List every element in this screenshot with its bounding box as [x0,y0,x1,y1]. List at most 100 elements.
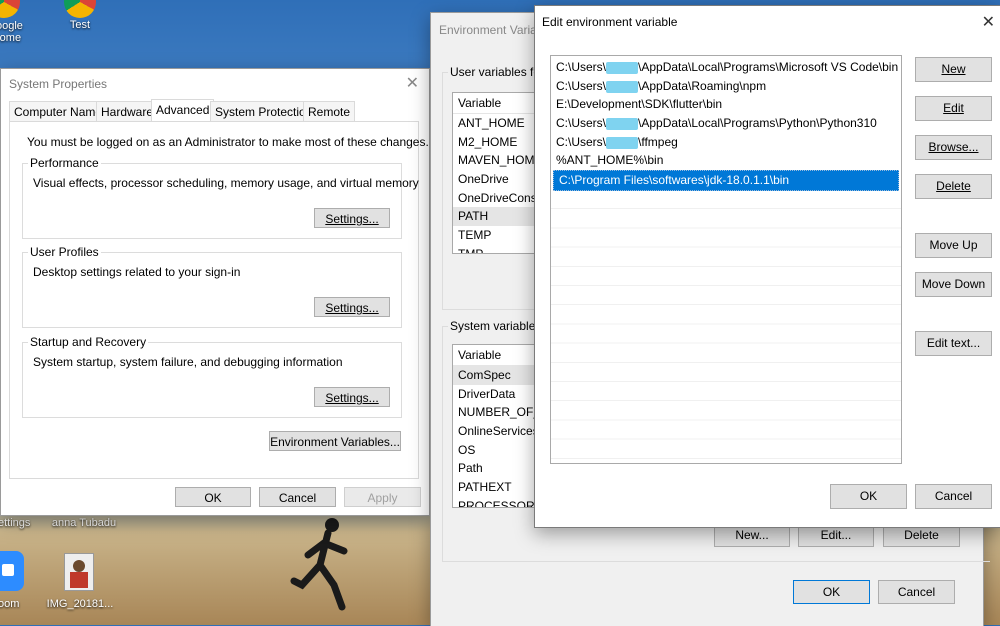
path-text: E:\Development\SDK\flutter\bin [556,97,723,112]
tab-hardware[interactable]: Hardware [96,101,159,121]
settings-label: Settings... [325,301,379,315]
test-shortcut-icon[interactable] [64,0,96,18]
path-entry-3[interactable]: C:\Users\ \AppData\Local\Programs\Python\… [551,114,901,133]
edit-text-button[interactable]: Edit text... [915,331,992,356]
ok-button[interactable]: OK [175,487,251,507]
tab-computer-name[interactable]: Computer Name [9,101,108,121]
path-suffix: \AppData\Roaming\npm [638,78,767,93]
settings-label: Settings... [325,391,379,405]
performance-settings-button[interactable]: Settings... [314,208,390,228]
list-item[interactable]: PROCESSOR [453,497,541,507]
image-file-icon[interactable] [64,553,94,591]
list-item[interactable]: ANT_HOME [453,114,541,133]
environment-variables-button[interactable]: Environment Variables... [269,431,401,451]
move-up-button[interactable]: Move Up [915,233,992,258]
path-text: %ANT_HOME%\bin [556,153,664,168]
path-entry-4[interactable]: C:\Users\ \ffmpeg [551,133,901,152]
user-variables-title: User variables fo [448,65,543,79]
edit-label: Edit [943,101,964,115]
path-entry-5[interactable]: %ANT_HOME%\bin [551,151,901,170]
redaction-mark [606,117,639,130]
new-button[interactable]: New [915,57,992,82]
env-cancel-button[interactable]: Cancel [878,580,955,604]
zoom-icon[interactable] [0,551,24,591]
column-header-variable: Variable [453,345,541,366]
path-suffix: \AppData\Local\Programs\Microsoft VS Cod… [638,60,899,74]
edit-ok-button[interactable]: OK [830,484,907,509]
performance-desc: Visual effects, processor scheduling, me… [33,176,419,190]
redaction-mark [606,80,639,93]
edit-text-label: Edit text... [926,336,981,350]
startup-recovery-title: Startup and Recovery [28,335,149,349]
desktop-icon-label-chrome[interactable]: oogle rome [0,20,36,44]
apply-button[interactable]: Apply [344,487,421,507]
path-entry-6-selected[interactable]: C:\Program Files\softwares\jdk-18.0.1.1\… [553,170,899,191]
path-entry-2[interactable]: E:\Development\SDK\flutter\bin [551,95,901,114]
desktop-icon-label-img[interactable]: IMG_20181... [44,598,116,610]
path-prefix: C:\Users\ [556,134,607,149]
path-entry-0[interactable]: C:\Users\ \AppData\Local\Programs\Microso… [551,58,901,77]
runner-silhouette [290,518,348,611]
system-variables-list[interactable]: Variable ComSpec DriverData NUMBER_OF_P … [452,344,542,508]
desktop-icon-label-test[interactable]: Test [60,19,100,31]
chrome-icon[interactable] [0,0,20,18]
list-item[interactable]: MAVEN_HOME [453,151,541,170]
new-label: New [941,62,966,76]
user-profiles-desc: Desktop settings related to your sign-in [33,265,241,279]
path-suffix: \ffmpeg [638,134,678,149]
env-ok-button[interactable]: OK [793,580,870,604]
startup-recovery-settings-button[interactable]: Settings... [314,387,390,407]
desktop-icon-label-settings[interactable]: ettings [0,517,38,529]
admin-note: You must be logged on as an Administrato… [27,135,429,149]
list-item[interactable]: M2_HOME [453,133,541,152]
user-variables-list[interactable]: Variable ANT_HOME M2_HOME MAVEN_HOME One… [452,92,542,254]
tab-system-protection[interactable]: System Protection [210,101,318,121]
list-item[interactable]: PATHEXT [453,478,541,497]
move-down-button[interactable]: Move Down [915,272,992,297]
user-profiles-title: User Profiles [28,245,101,259]
list-item[interactable]: NUMBER_OF_P [453,403,541,422]
desktop-icon-label-zoom[interactable]: oom [0,598,28,610]
desktop-icon-label-anna[interactable]: anna Tubadu [44,517,124,529]
list-item[interactable]: OneDrive [453,170,541,189]
browse-button[interactable]: Browse... [915,135,992,160]
path-suffix: \AppData\Local\Programs\Python\Python310 [638,116,877,131]
move-down-label: Move Down [921,277,986,291]
path-prefix: C:\Users\ [556,78,607,93]
close-icon[interactable]: ✕ [982,12,995,32]
edit-button[interactable]: Edit [915,96,992,121]
column-header-variable: Variable [453,93,541,114]
window-title: Environment Varia [439,23,537,37]
move-up-label: Move Up [929,238,978,252]
startup-recovery-desc: System startup, system failure, and debu… [33,355,343,369]
tab-remote[interactable]: Remote [303,101,356,121]
edit-cancel-button[interactable]: Cancel [915,484,992,509]
tab-advanced[interactable]: Advanced [151,99,215,122]
window-title: System Properties [9,77,108,91]
delete-label: Delete [936,179,971,193]
list-item[interactable]: OnlineServices [453,422,541,441]
list-item[interactable]: OS [453,441,541,460]
list-item[interactable]: OneDriveConsu [453,189,541,208]
settings-label: Settings... [325,212,379,226]
close-icon[interactable]: ✕ [406,73,419,93]
system-variables-title: System variables [448,319,544,333]
list-item[interactable]: TEMP [453,226,541,245]
cancel-button[interactable]: Cancel [259,487,336,507]
performance-title: Performance [28,156,101,170]
list-item[interactable]: PATH [453,207,541,227]
window-title: Edit environment variable [542,15,678,29]
browse-label: Browse... [928,140,979,154]
path-entries-list[interactable]: C:\Users\ \AppData\Local\Programs\Microso… [550,55,902,464]
env-vars-label: Environment Variables... [270,435,400,449]
path-prefix: C:\Users\ [556,60,607,74]
delete-button[interactable]: Delete [915,174,992,199]
empty-row-lines [551,190,901,463]
path-entry-1[interactable]: C:\Users\ \AppData\Roaming\npm [551,77,901,96]
list-item[interactable]: Path [453,459,541,478]
user-profiles-settings-button[interactable]: Settings... [314,297,390,317]
list-item[interactable]: DriverData [453,385,541,404]
list-item[interactable]: ComSpec [453,366,541,385]
list-item[interactable]: TMP [453,245,541,253]
redaction-mark [606,61,639,74]
